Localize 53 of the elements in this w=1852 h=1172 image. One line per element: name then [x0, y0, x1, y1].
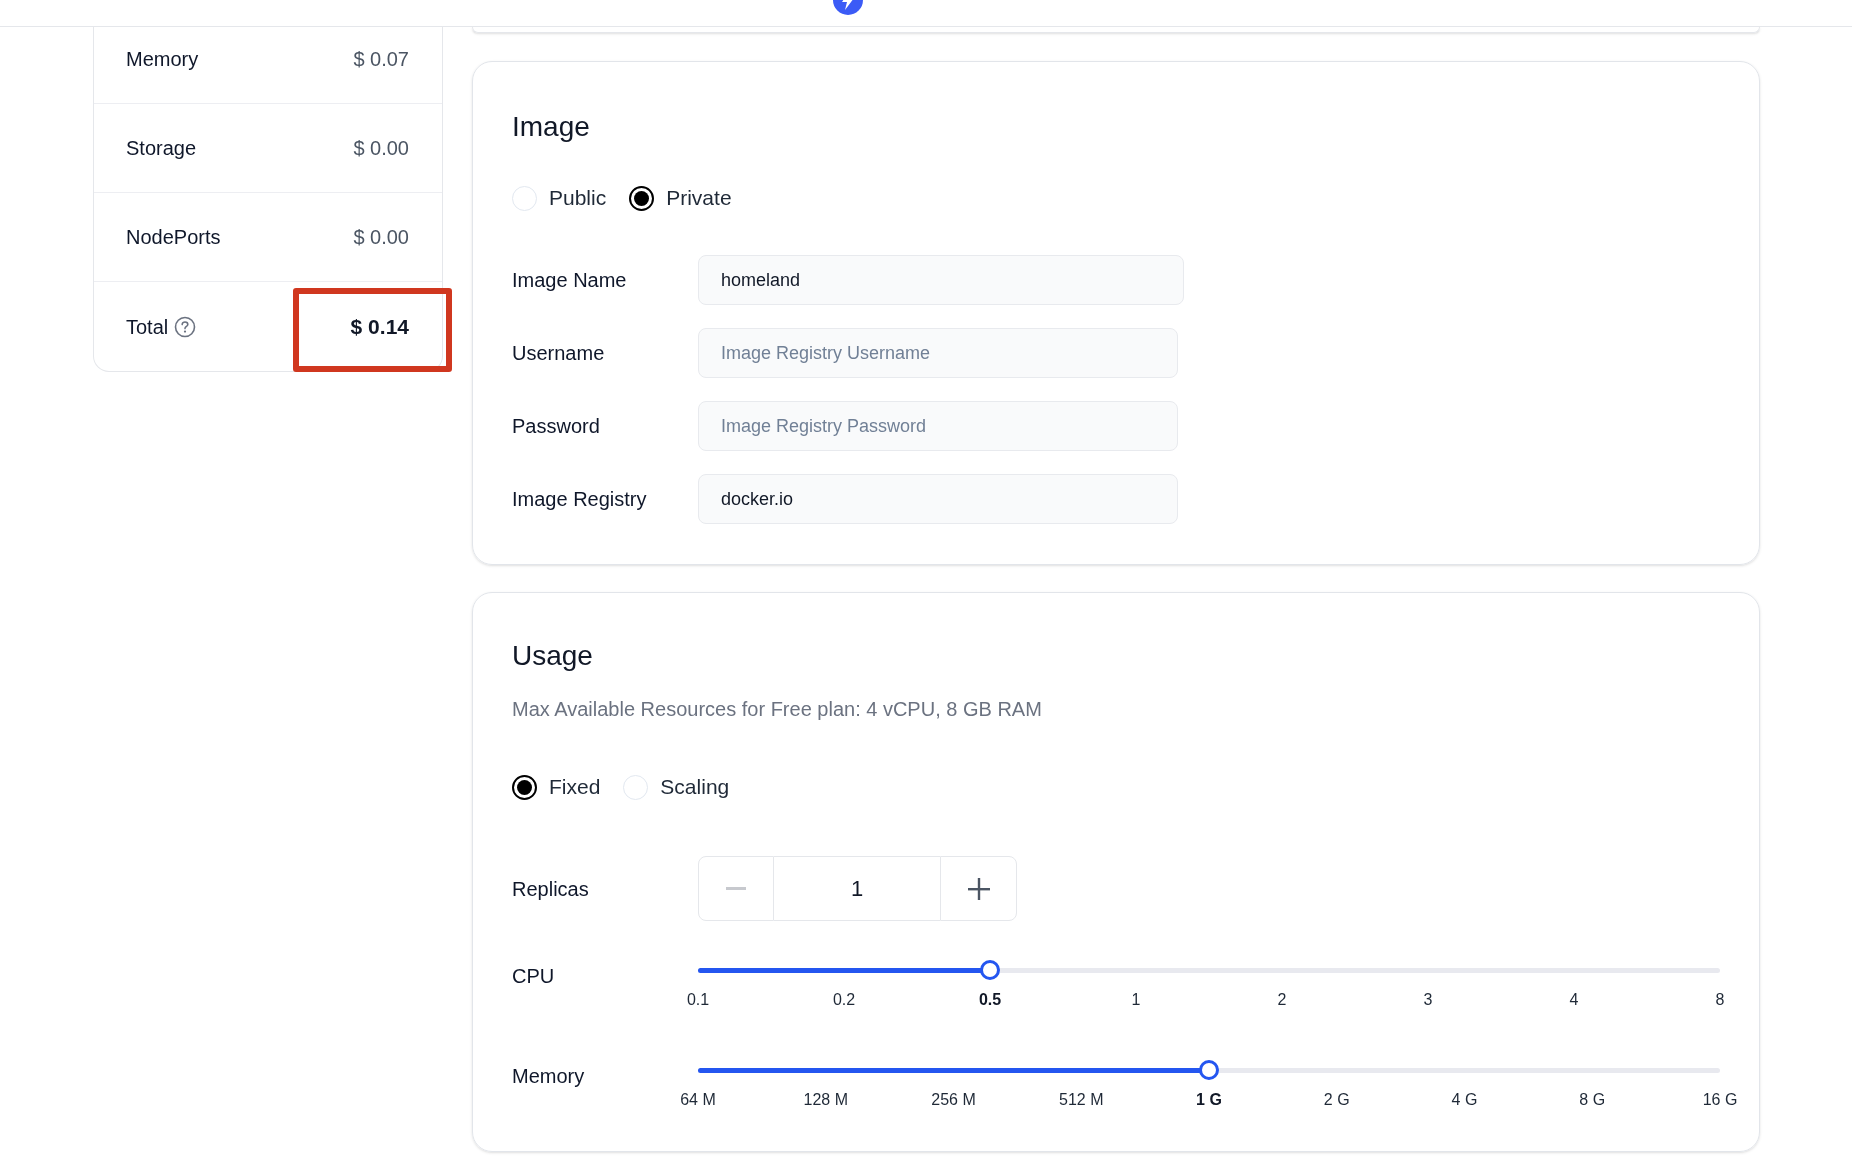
- radio-label[interactable]: Private: [666, 183, 732, 213]
- slider-track[interactable]: [698, 960, 1720, 980]
- price-value: $ 0.00: [353, 225, 409, 250]
- tick-label: 1 G: [1196, 1090, 1222, 1110]
- radio-button[interactable]: [512, 774, 537, 800]
- replicas-field[interactable]: 1: [774, 856, 940, 921]
- radio-label[interactable]: Public: [549, 183, 607, 213]
- radio-label[interactable]: Scaling: [660, 772, 730, 802]
- help-icon[interactable]: [174, 315, 197, 338]
- tick-label: 512 M: [1059, 1090, 1104, 1110]
- card-title: Usage: [512, 640, 593, 671]
- slider-label: Memory: [512, 1065, 585, 1087]
- tick-label: 64 M: [680, 1090, 716, 1110]
- radio-label[interactable]: Fixed: [549, 772, 601, 802]
- tick-label: 2 G: [1323, 1090, 1350, 1110]
- plan-note: Max Available Resources for Free plan: 4 vCPU, 8 GB RAM: [512, 698, 1042, 720]
- tick-label: 1: [1131, 990, 1141, 1010]
- radio-button[interactable]: [629, 185, 655, 211]
- tick-label: 2: [1277, 990, 1287, 1010]
- price-label: Memory: [126, 46, 199, 72]
- plus-icon: [967, 877, 990, 900]
- slider-thumb[interactable]: [1199, 1060, 1219, 1080]
- text-field[interactable]: homeland: [698, 255, 1184, 305]
- text-field[interactable]: Image Registry Password: [698, 401, 1178, 451]
- tick-label: 128 M: [803, 1090, 848, 1110]
- field-label: Image Registry: [512, 488, 647, 510]
- field-label: Image Name: [512, 269, 627, 291]
- tick-label: 4: [1569, 990, 1579, 1010]
- slider-thumb[interactable]: [980, 960, 1000, 980]
- field-label: Password: [512, 415, 600, 437]
- total-label: Total: [126, 314, 169, 340]
- field-label: Replicas: [512, 877, 589, 900]
- slider-track[interactable]: [698, 1060, 1720, 1080]
- field-label: Username: [512, 342, 605, 364]
- price-value: $ 0.00: [353, 136, 409, 161]
- text-field[interactable]: Image Registry Username: [698, 328, 1178, 378]
- price-label: Storage: [126, 136, 197, 161]
- tick-label: 256 M: [931, 1090, 976, 1110]
- card-title: Image: [512, 111, 590, 142]
- tick-label: 3: [1423, 990, 1433, 1010]
- total-value: $ 0.14: [350, 313, 409, 340]
- minus-icon: [726, 887, 746, 890]
- tick-label: 0.2: [832, 990, 856, 1010]
- tick-label: 0.5: [978, 990, 1002, 1010]
- tick-label: 8 G: [1579, 1090, 1606, 1110]
- tick-label: 8: [1715, 990, 1725, 1010]
- tick-label: 16 G: [1702, 1090, 1738, 1110]
- price-value: $ 0.07: [353, 46, 409, 72]
- tick-label: 4 G: [1451, 1090, 1478, 1110]
- slider-label: CPU: [512, 965, 555, 987]
- tick-label: 0.1: [686, 990, 710, 1010]
- price-label: NodePorts: [126, 225, 221, 250]
- text-field[interactable]: docker.io: [698, 474, 1178, 524]
